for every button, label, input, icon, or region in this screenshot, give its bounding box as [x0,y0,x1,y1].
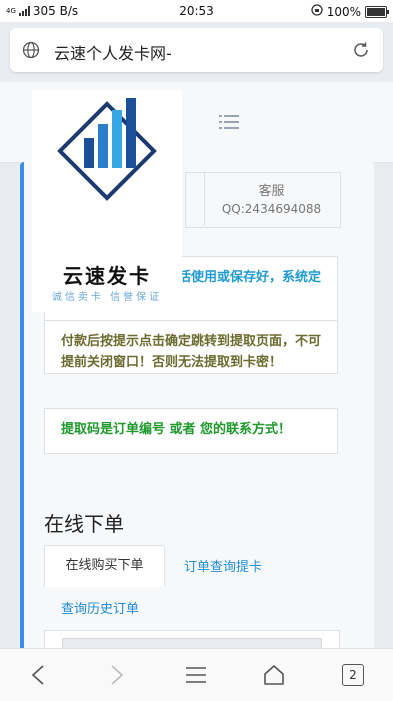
hamburger-icon [186,667,206,683]
battery-icon [365,5,389,18]
site-logo[interactable]: 云速发卡 诚信卖卡 信誉保证 [32,90,182,312]
contact-qq[interactable]: QQ:2434694088 [205,202,338,216]
contact-label: 客服 [258,184,285,199]
product-select[interactable] [62,638,322,648]
notice-code-box: 提取码是订单编号 或者 您的联系方式！ [44,408,338,454]
tab-online-purchase[interactable]: 在线购买下单 [44,545,165,587]
address-bar[interactable]: 云速个人发卡网- [10,28,383,72]
menu-button[interactable] [176,661,216,689]
logo-slogan: 诚信卖卡 信誉保证 [51,292,163,303]
battery-level: 100% [326,4,361,19]
status-bar: 4G 305 B/s 20:53 100% [0,0,393,22]
globe-icon [22,41,40,63]
forward-arrow-icon [111,665,124,685]
back-arrow-icon [31,665,44,685]
notice-code: 提取码是订单编号 或者 您的联系方式！ [61,422,292,437]
browser-bottom-nav: 2 [0,648,393,701]
tab-order-history[interactable]: 查询历史订单 [61,598,139,617]
tabs-count: 2 [342,664,364,686]
logo-text: 云速发卡 [63,264,151,288]
page-title: 云速个人发卡网- [54,44,172,63]
menu-icon[interactable] [219,114,239,134]
clock: 20:53 [179,4,214,18]
tab-order-query[interactable]: 订单查询提卡 [184,556,262,575]
notice-payment: 付款后按提示点击确定跳转到提取页面，不可提前关闭窗口！否则无法提取到卡密！ [45,320,337,383]
back-button[interactable] [18,661,58,689]
home-icon [264,665,284,685]
tabs-button[interactable]: 2 [333,661,373,689]
web-page: 云速发卡 诚信卖卡 信誉保证 客服 QQ:2434694088 提取卡密后请尽快… [0,82,393,648]
refresh-icon[interactable] [351,40,371,64]
home-button[interactable] [254,661,294,689]
rotation-lock-icon [311,4,323,19]
forward-button[interactable] [97,661,137,689]
order-title: 在线下单 [44,512,124,536]
logo-chart-icon [57,98,157,201]
